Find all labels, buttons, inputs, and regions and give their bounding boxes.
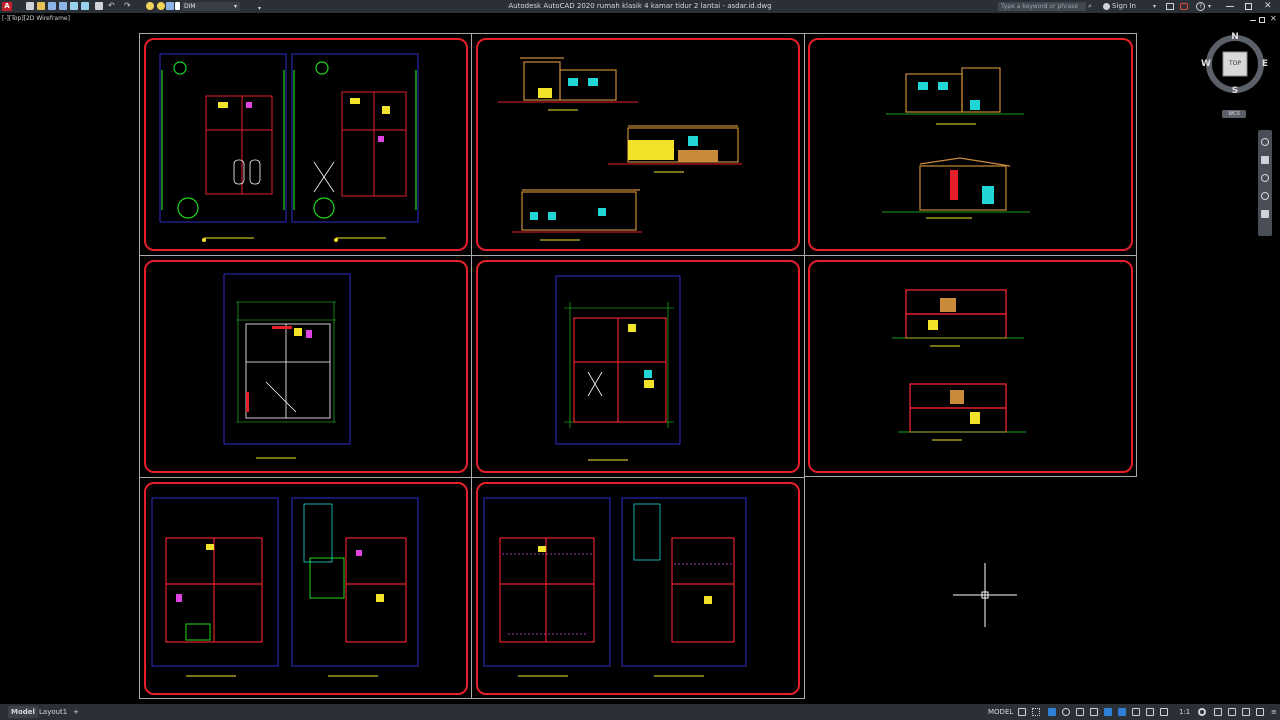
steering-wheel-icon[interactable]	[1261, 138, 1269, 146]
frame-divider-v1	[471, 33, 472, 699]
auto-scale-icon[interactable]	[1132, 708, 1140, 716]
sheet-elevations-1[interactable]	[476, 38, 800, 251]
frame-divider-h1	[139, 255, 1137, 256]
landscape-plan-drawing	[159, 53, 419, 242]
clean-screen-icon[interactable]	[1256, 708, 1264, 716]
annotation-monitor-icon[interactable]	[1214, 708, 1222, 716]
drawing-restore-icon[interactable]	[1259, 17, 1265, 23]
compass-east[interactable]: E	[1261, 59, 1269, 69]
workspace-gear-icon[interactable]	[1198, 708, 1206, 716]
annotation-scale-dropdown[interactable]: 1:1	[1176, 706, 1193, 718]
sheet-elevations-2[interactable]	[808, 38, 1133, 251]
sheet-floor-plan-dim-2[interactable]	[476, 260, 800, 473]
selection-cycling-icon[interactable]	[1160, 708, 1168, 716]
user-icon[interactable]	[1103, 3, 1110, 10]
line-weight-icon[interactable]	[1146, 708, 1154, 716]
grid-icon[interactable]	[1018, 708, 1026, 716]
compass-south[interactable]: S	[1231, 86, 1239, 96]
sheet-sections[interactable]	[808, 260, 1133, 473]
compass-north[interactable]: N	[1231, 32, 1239, 42]
elevations-drawing	[498, 57, 742, 241]
navigation-bar[interactable]	[1258, 130, 1272, 236]
drawing-minimize-icon[interactable]	[1250, 20, 1256, 21]
showmotion-icon[interactable]	[1261, 210, 1269, 218]
sheet-floor-plan-dim-1[interactable]	[144, 260, 468, 473]
tab-layout1[interactable]: Layout1	[36, 706, 70, 718]
sheet-plumbing-plans[interactable]	[476, 482, 800, 695]
electrical-plans-drawing	[151, 497, 419, 677]
status-bar: Model Layout1 + MODEL 1:1 ≡	[0, 704, 1280, 720]
compass-west[interactable]: W	[1201, 59, 1211, 69]
add-layout-icon[interactable]: +	[70, 706, 82, 718]
quick-properties-icon[interactable]	[1242, 708, 1250, 716]
ortho-icon[interactable]	[1048, 708, 1056, 716]
cart-icon[interactable]	[1166, 3, 1174, 10]
close-icon[interactable]: ✕	[1264, 0, 1272, 13]
minimize-icon[interactable]	[1226, 6, 1234, 7]
search-input[interactable]: Type a keyword or phrase	[998, 2, 1086, 11]
restore-icon[interactable]	[1245, 3, 1252, 10]
help-dropdown-icon[interactable]: ▾	[1208, 0, 1211, 13]
snap-mode-icon[interactable]	[1032, 708, 1040, 716]
title-bar: A ↶ ↷ DIM ▾ ▾ Autodesk AutoCAD 2020 ruma…	[0, 0, 1280, 13]
sections-drawing	[892, 289, 1026, 441]
signin-dropdown-icon[interactable]: ▾	[1153, 0, 1156, 13]
object-snap-icon[interactable]	[1104, 708, 1112, 716]
crosshair-cursor-icon	[953, 563, 1017, 627]
ground-floor-plan-drawing	[223, 273, 351, 459]
help-icon[interactable]: ?	[1196, 2, 1205, 11]
model-space-button[interactable]: MODEL	[985, 706, 1016, 718]
sheet-landscape-plans[interactable]	[144, 38, 468, 251]
sign-in-link[interactable]: Sign In	[1112, 0, 1136, 13]
exchange-icon[interactable]	[1180, 3, 1188, 10]
viewport-controls-label[interactable]: [-][Top][2D Wireframe]	[2, 15, 70, 22]
zoom-icon[interactable]	[1261, 174, 1269, 182]
viewcube[interactable]: TOP N S W E	[1201, 32, 1269, 96]
upper-floor-plan-drawing	[555, 275, 681, 461]
isodraft-icon[interactable]	[1076, 708, 1084, 716]
wcs-menu[interactable]: WCS	[1222, 110, 1246, 118]
frame-divider-h2	[139, 477, 805, 478]
tab-model[interactable]: Model	[8, 706, 38, 718]
binoculars-icon[interactable]: ⌕	[1088, 2, 1096, 11]
object-snap-tracking-icon[interactable]	[1090, 708, 1098, 716]
side-elevations-drawing	[882, 67, 1030, 219]
viewcube-top-face[interactable]: TOP	[1223, 60, 1247, 67]
plumbing-plans-drawing	[483, 497, 747, 677]
orbit-icon[interactable]	[1261, 192, 1269, 200]
annotation-visibility-icon[interactable]	[1118, 708, 1126, 716]
pan-icon[interactable]	[1261, 156, 1269, 164]
sheet-electrical-plans[interactable]	[144, 482, 468, 695]
drawing-close-icon[interactable]: ✕	[1270, 14, 1277, 23]
polar-tracking-icon[interactable]	[1062, 708, 1070, 716]
units-icon[interactable]	[1228, 708, 1236, 716]
customization-menu-icon[interactable]: ≡	[1268, 706, 1280, 718]
